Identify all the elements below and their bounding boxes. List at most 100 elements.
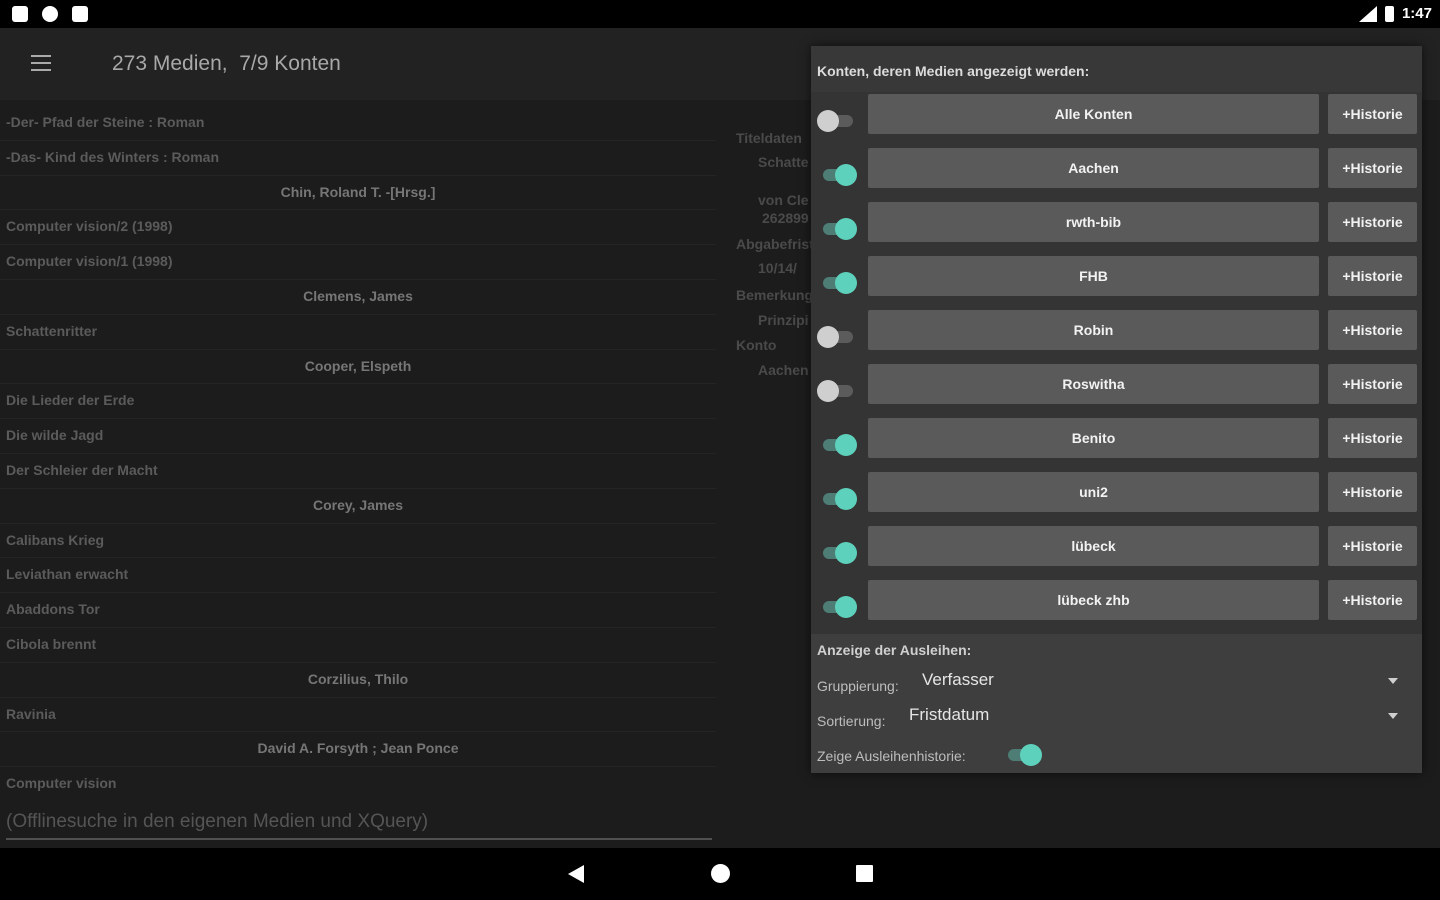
author-row[interactable]: Cooper, Elspeth bbox=[0, 350, 716, 385]
home-icon[interactable] bbox=[711, 864, 730, 883]
history-button[interactable]: +Historie bbox=[1328, 310, 1417, 350]
account-row: Roswitha +Historie bbox=[811, 364, 1422, 418]
sorting-value[interactable]: Fristdatum bbox=[909, 705, 989, 725]
account-toggle[interactable] bbox=[821, 488, 857, 510]
show-history-toggle[interactable] bbox=[1006, 744, 1042, 766]
notification-icon bbox=[12, 6, 28, 22]
account-row: uni2 +Historie bbox=[811, 472, 1422, 526]
history-button[interactable]: +Historie bbox=[1328, 148, 1417, 188]
detail-line: Aachen bbox=[758, 362, 809, 378]
status-bar: 1:47 bbox=[0, 0, 1440, 28]
account-row: lübeck zhb +Historie bbox=[811, 580, 1422, 634]
chevron-down-icon[interactable] bbox=[1388, 678, 1398, 684]
list-item[interactable]: Cibola brennt bbox=[0, 628, 716, 663]
battery-icon bbox=[1384, 5, 1394, 22]
list-item[interactable]: Der Schleier der Macht bbox=[0, 454, 716, 489]
account-button[interactable]: Aachen bbox=[868, 148, 1319, 188]
account-button[interactable]: rwth-bib bbox=[868, 202, 1319, 242]
history-button[interactable]: +Historie bbox=[1328, 580, 1417, 620]
accounts-dialog: Konten, deren Medien angezeigt werden: A… bbox=[811, 46, 1422, 773]
media-list[interactable]: -Der- Pfad der Steine : Roman -Das- Kind … bbox=[0, 106, 716, 796]
list-item[interactable]: Die wilde Jagd bbox=[0, 419, 716, 454]
loans-section-label: Anzeige der Ausleihen: bbox=[817, 642, 972, 658]
account-button[interactable]: Benito bbox=[868, 418, 1319, 458]
navigation-bar bbox=[0, 848, 1440, 900]
sorting-label: Sortierung: bbox=[817, 713, 886, 729]
author-row[interactable]: Clemens, James bbox=[0, 280, 716, 315]
detail-line: 10/14/ bbox=[758, 260, 797, 276]
account-row: Robin +Historie bbox=[811, 310, 1422, 364]
menu-icon[interactable] bbox=[31, 55, 51, 71]
account-row: Alle Konten +Historie bbox=[811, 94, 1422, 148]
status-time: 1:47 bbox=[1401, 5, 1432, 22]
history-button[interactable]: +Historie bbox=[1328, 472, 1417, 512]
detail-line: Abgabefrist bbox=[736, 236, 814, 252]
grouping-select[interactable]: Gruppierung: Verfasser bbox=[817, 670, 1412, 700]
list-item[interactable]: -Das- Kind des Winters : Roman bbox=[0, 141, 716, 176]
list-item[interactable]: Leviathan erwacht bbox=[0, 558, 716, 594]
account-toggle[interactable] bbox=[821, 542, 857, 564]
detail-line: 262899 bbox=[762, 210, 809, 226]
search-input[interactable]: (Offlinesuche in den eigenen Medien und … bbox=[6, 808, 712, 840]
account-button[interactable]: FHB bbox=[868, 256, 1319, 296]
detail-line: Schatte bbox=[758, 154, 809, 170]
account-toggle[interactable] bbox=[821, 434, 857, 456]
account-toggle[interactable] bbox=[821, 218, 857, 240]
list-item[interactable]: Calibans Krieg bbox=[0, 524, 716, 559]
history-button[interactable]: +Historie bbox=[1328, 256, 1417, 296]
account-toggle[interactable] bbox=[817, 110, 855, 132]
list-item[interactable]: -Der- Pfad der Steine : Roman bbox=[0, 106, 716, 141]
account-row: FHB +Historie bbox=[811, 256, 1422, 310]
account-button[interactable]: Robin bbox=[868, 310, 1319, 350]
account-row: rwth-bib +Historie bbox=[811, 202, 1422, 256]
account-button[interactable]: Alle Konten bbox=[868, 94, 1319, 134]
list-item[interactable]: Computer vision/2 (1998) bbox=[0, 210, 716, 246]
recent-apps-icon[interactable] bbox=[856, 865, 873, 882]
list-item[interactable]: Computer vision bbox=[0, 767, 716, 796]
list-item[interactable]: Abaddons Tor bbox=[0, 593, 716, 628]
sorting-select[interactable]: Sortierung: Fristdatum bbox=[817, 705, 1412, 735]
account-toggle[interactable] bbox=[821, 596, 857, 618]
author-row[interactable]: Chin, Roland T. -[Hrsg.] bbox=[0, 176, 716, 211]
author-row[interactable]: Corey, James bbox=[0, 489, 716, 524]
grouping-label: Gruppierung: bbox=[817, 678, 899, 694]
history-button[interactable]: +Historie bbox=[1328, 418, 1417, 458]
history-button[interactable]: +Historie bbox=[1328, 202, 1417, 242]
account-row: Benito +Historie bbox=[811, 418, 1422, 472]
show-history-label: Zeige Ausleihenhistorie: bbox=[817, 748, 966, 764]
detail-line: Bemerkung bbox=[736, 287, 814, 303]
dialog-header: Konten, deren Medien angezeigt werden: bbox=[811, 46, 1422, 92]
sync-icon bbox=[42, 6, 58, 22]
account-button[interactable]: uni2 bbox=[868, 472, 1319, 512]
history-button[interactable]: +Historie bbox=[1328, 364, 1417, 404]
account-row: Aachen +Historie bbox=[811, 148, 1422, 202]
detail-line: Prinzipi bbox=[758, 312, 809, 328]
account-toggle[interactable] bbox=[821, 164, 857, 186]
author-row[interactable]: David A. Forsyth ; Jean Ponce bbox=[0, 732, 716, 768]
account-button[interactable]: lübeck zhb bbox=[868, 580, 1319, 620]
loans-settings: Anzeige der Ausleihen: Gruppierung: Verf… bbox=[811, 634, 1422, 773]
clipboard-icon bbox=[72, 6, 88, 22]
grouping-value[interactable]: Verfasser bbox=[922, 670, 994, 690]
account-row: lübeck +Historie bbox=[811, 526, 1422, 580]
page-title: 273 Medien, 7/9 Konten bbox=[112, 52, 341, 75]
author-row[interactable]: Corzilius, Thilo bbox=[0, 663, 716, 698]
history-button[interactable]: +Historie bbox=[1328, 526, 1417, 566]
back-icon[interactable] bbox=[568, 865, 584, 883]
account-toggle[interactable] bbox=[821, 272, 857, 294]
detail-line: Konto bbox=[736, 337, 777, 353]
signal-icon bbox=[1358, 5, 1377, 22]
account-toggle[interactable] bbox=[817, 380, 855, 402]
history-button[interactable]: +Historie bbox=[1328, 94, 1417, 134]
detail-line: Titeldaten bbox=[736, 130, 802, 146]
chevron-down-icon[interactable] bbox=[1388, 713, 1398, 719]
account-button[interactable]: Roswitha bbox=[868, 364, 1319, 404]
detail-line: von Cle bbox=[758, 192, 809, 208]
account-button[interactable]: lübeck bbox=[868, 526, 1319, 566]
list-item[interactable]: Die Lieder der Erde bbox=[0, 384, 716, 420]
list-item[interactable]: Ravinia bbox=[0, 698, 716, 733]
account-toggle[interactable] bbox=[817, 326, 855, 348]
list-item[interactable]: Schattenritter bbox=[0, 315, 716, 350]
notification-icons bbox=[12, 6, 88, 22]
list-item[interactable]: Computer vision/1 (1998) bbox=[0, 245, 716, 280]
